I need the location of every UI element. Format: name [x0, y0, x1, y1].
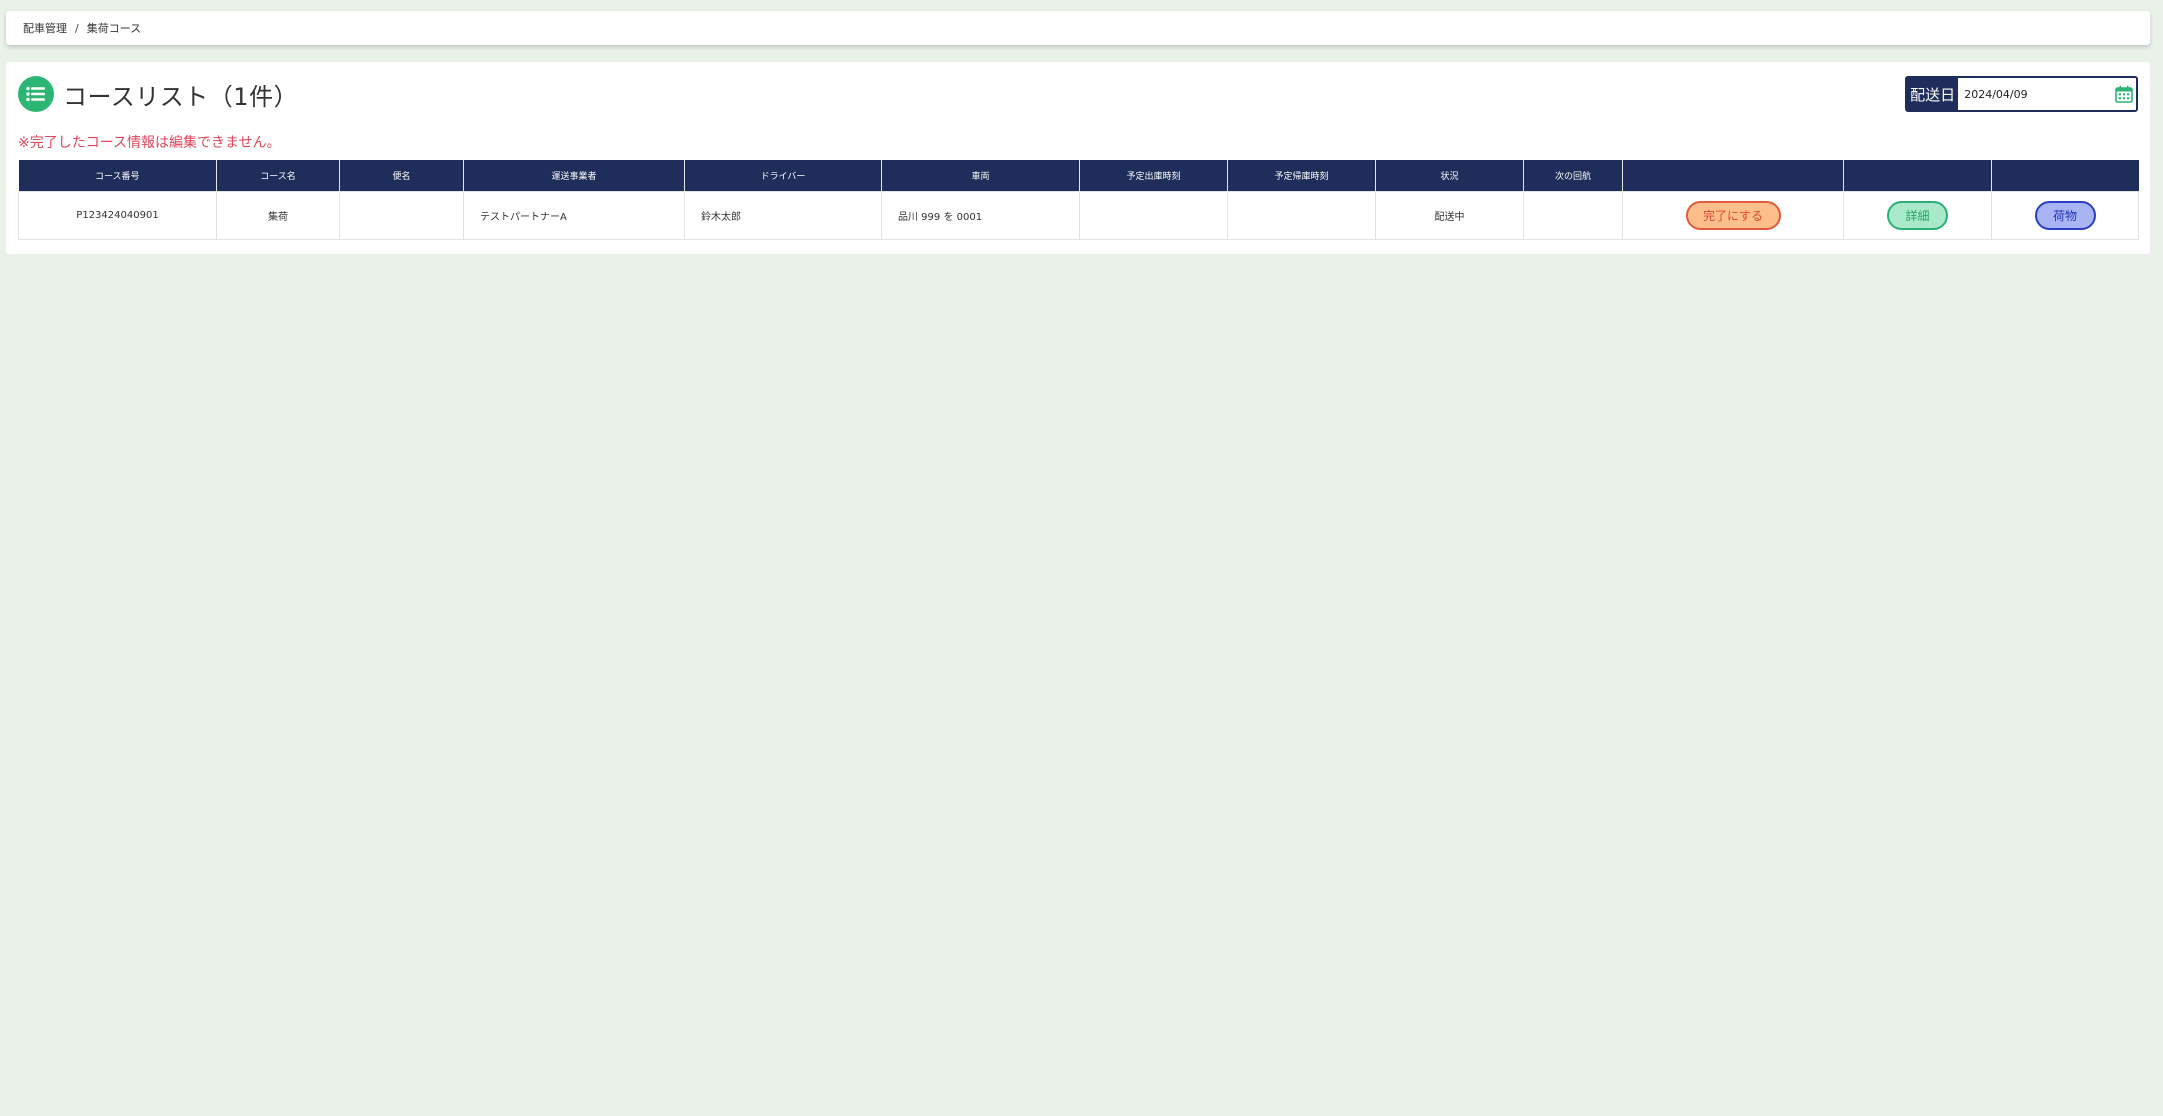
detail-button[interactable]: 詳細: [1887, 201, 1948, 230]
column-header-driver: ドライバー: [684, 160, 882, 192]
cell-flight-name: [339, 191, 464, 240]
cell-course-name: 集荷: [216, 191, 340, 240]
list-icon: [18, 76, 54, 112]
course-list-panel: コースリスト（1件） 配送日 ※完了したコース情報は編集できません。: [6, 62, 2150, 254]
table-header-row: コース番号 コース名 便名 運送事業者 ドライバー 車両 予定出庫時刻 予定帰庫…: [18, 160, 2139, 192]
column-header-course-name: コース名: [216, 160, 340, 192]
cell-carrier: テストパートナーA: [463, 191, 685, 240]
cell-driver: 鈴木太郎: [684, 191, 882, 240]
column-header-planned-return: 予定帰庫時刻: [1227, 160, 1376, 192]
delivery-date-filter: 配送日: [1905, 76, 2138, 112]
column-header-next-route: 次の回航: [1523, 160, 1623, 192]
delivery-date-input[interactable]: [1958, 78, 2112, 110]
column-header-cargo-action: [1991, 160, 2139, 192]
breadcrumb-separator: /: [75, 21, 79, 35]
column-header-course-number: コース番号: [18, 160, 217, 192]
title-row: コースリスト（1件）: [18, 76, 298, 112]
breadcrumb-item-dispatch[interactable]: 配車管理: [23, 20, 67, 36]
edit-notice: ※完了したコース情報は編集できません。: [18, 135, 281, 151]
cell-planned-return: [1227, 191, 1376, 240]
page-title: コースリスト（1件）: [63, 82, 299, 111]
cell-status: 配送中: [1375, 191, 1524, 240]
column-header-detail-action: [1843, 160, 1992, 192]
course-table: コース番号 コース名 便名 運送事業者 ドライバー 車両 予定出庫時刻 予定帰庫…: [18, 160, 2139, 240]
cell-planned-departure: [1079, 191, 1228, 240]
cell-complete-action: 完了にする: [1622, 191, 1844, 240]
calendar-icon[interactable]: [2111, 78, 2136, 110]
cell-next-route: [1523, 191, 1623, 240]
column-header-status: 状況: [1375, 160, 1524, 192]
cell-vehicle: 品川 999 を 0001: [881, 191, 1080, 240]
breadcrumb: 配車管理 / 集荷コース: [6, 11, 2150, 45]
cargo-button[interactable]: 荷物: [2034, 201, 2096, 230]
delivery-date-label: 配送日: [1907, 78, 1959, 110]
cell-course-number: P123424040901: [18, 191, 217, 240]
table-row: P123424040901 集荷 テストパートナーA 鈴木太郎 品川 999 を…: [18, 191, 2139, 240]
column-header-carrier: 運送事業者: [463, 160, 685, 192]
column-header-vehicle: 車両: [881, 160, 1080, 192]
breadcrumb-item-pickup-course: 集荷コース: [86, 22, 142, 35]
complete-button[interactable]: 完了にする: [1685, 201, 1781, 230]
cell-detail-action: 詳細: [1843, 191, 1992, 240]
column-header-flight-name: 便名: [339, 160, 464, 192]
cell-cargo-action: 荷物: [1991, 191, 2139, 240]
column-header-planned-departure: 予定出庫時刻: [1079, 160, 1228, 192]
column-header-complete-action: [1622, 160, 1844, 192]
